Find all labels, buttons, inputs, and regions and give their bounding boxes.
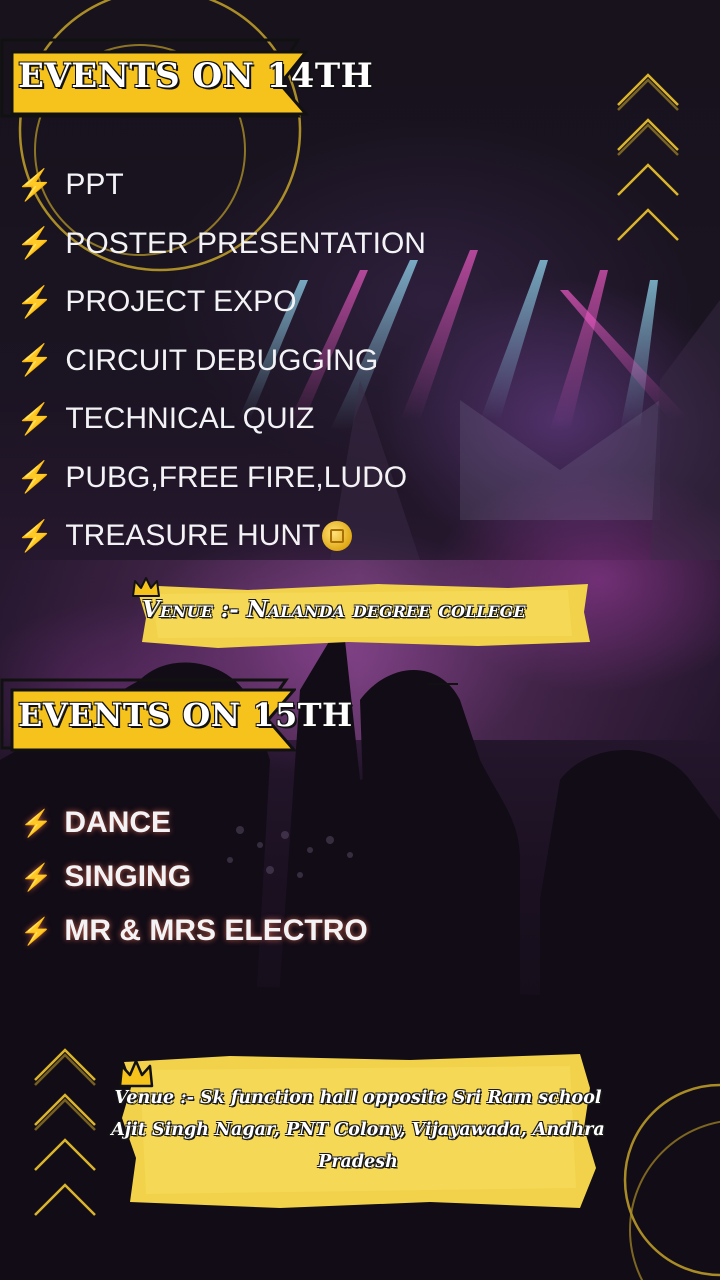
event-name: DANCE: [64, 806, 172, 839]
list-item: ⚡ PUBG,FREE FIRE,LUDO: [16, 449, 426, 508]
list-item: ⚡ TECHNICAL QUIZ: [16, 390, 426, 449]
event-poster: EVENTS ON 14TH ⚡ PPT ⚡ POSTER PRESENTATI…: [0, 0, 720, 1280]
event-name: TREASURE HUNT: [65, 519, 321, 553]
day2-banner: EVENTS ON 15TH: [0, 676, 352, 754]
list-item: ⚡ CIRCUIT DEBUGGING: [16, 332, 426, 391]
lightning-bolt-icon: ⚡: [16, 168, 54, 202]
chevrons-top-right: [617, 73, 679, 241]
list-item: ⚡ MR & MRS ELECTRO: [20, 904, 368, 958]
day1-banner: EVENTS ON 14TH: [0, 36, 373, 120]
lightning-bolt-icon: ⚡: [16, 461, 54, 495]
event-name: TECHNICAL QUIZ: [65, 402, 315, 436]
lightning-bolt-icon: ⚡: [16, 402, 54, 436]
event-name: PPT: [65, 168, 124, 202]
lightning-bolt-icon: ⚡: [20, 915, 53, 946]
coin-icon: [322, 521, 353, 552]
event-name: PROJECT EXPO: [65, 285, 297, 319]
venue-line: Venue :- Sk function hall opposite Sri R…: [114, 1088, 602, 1108]
event-name: MR & MRS ELECTRO: [64, 914, 368, 947]
day2-banner-title: EVENTS ON 15TH: [18, 696, 353, 734]
day1-banner-title: EVENTS ON 14TH: [18, 56, 374, 96]
lightning-bolt-icon: ⚡: [16, 285, 54, 319]
lightning-bolt-icon: ⚡: [16, 344, 54, 378]
lightning-bolt-icon: ⚡: [20, 807, 53, 838]
day2-venue: Venue :- Sk function hall opposite Sri R…: [110, 1048, 606, 1218]
lightning-bolt-icon: ⚡: [20, 861, 53, 892]
event-name: CIRCUIT DEBUGGING: [65, 343, 379, 377]
list-item: ⚡ PROJECT EXPO: [16, 273, 426, 332]
day1-event-list: ⚡ PPT ⚡ POSTER PRESENTATION ⚡ PROJECT EX…: [16, 156, 426, 566]
event-name: POSTER PRESENTATION: [65, 226, 426, 260]
event-name: PUBG,FREE FIRE,LUDO: [65, 460, 408, 494]
list-item: ⚡ POSTER PRESENTATION: [16, 215, 426, 274]
list-item: ⚡ SINGING: [20, 850, 368, 904]
lightning-bolt-icon: ⚡: [16, 227, 54, 261]
day1-venue: Venue :- Nalanda degree college: [128, 572, 598, 658]
day2-venue-text: Venue :- Sk function hall opposite Sri R…: [110, 1082, 606, 1178]
day1-venue-text: Venue :- Nalanda degree college: [142, 596, 526, 623]
event-name: SINGING: [64, 860, 192, 893]
list-item: ⚡ PPT: [16, 156, 426, 215]
list-item: ⚡ TREASURE HUNT: [16, 507, 426, 566]
venue-line: Pradesh: [318, 1152, 398, 1172]
venue-line: Ajit Singh Nagar, PNT Colony, Vijayawada…: [111, 1120, 605, 1140]
lightning-bolt-icon: ⚡: [16, 519, 54, 553]
list-item: ⚡ DANCE: [20, 796, 368, 850]
day2-event-list: ⚡ DANCE ⚡ SINGING ⚡ MR & MRS ELECTRO: [20, 796, 368, 958]
